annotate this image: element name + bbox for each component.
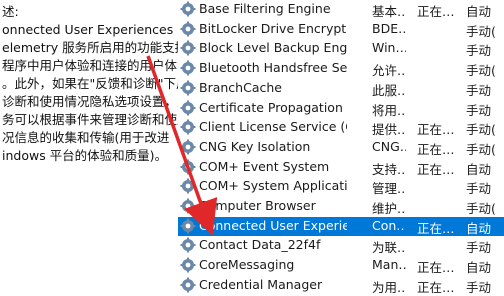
- service-gear-icon: [180, 21, 196, 37]
- description-line: elemetry 服务所启用的功能支持应: [2, 40, 200, 55]
- service-name: Certificate Propagation: [199, 99, 343, 115]
- service-startup-type: 手动: [466, 102, 492, 118]
- service-gear-icon: [180, 159, 196, 175]
- service-gear-icon: [180, 40, 196, 56]
- service-row[interactable]: BitLocker Drive Encryption S… BDE… 手动(: [178, 20, 504, 39]
- service-startup-type: 自动: [466, 220, 492, 236]
- service-name: COM+ Event System: [199, 158, 330, 174]
- service-description: 基本…: [372, 4, 406, 19]
- service-name: BitLocker Drive Encryption S…: [199, 20, 347, 36]
- service-gear-icon: [180, 100, 196, 116]
- service-description: 允许…: [372, 63, 406, 79]
- service-description: 为用…: [372, 279, 406, 295]
- service-row[interactable]: Base Filtering Engine 基本… 正在… 自动: [178, 0, 504, 19]
- service-startup-type: 自动: [466, 4, 492, 19]
- service-description: 将用…: [372, 102, 406, 118]
- service-row[interactable]: Bluetooth Handsfree Service 允许… 手动(: [178, 59, 504, 78]
- service-row[interactable]: CNG Key Isolation CNG… 正在… 手动(: [178, 138, 504, 157]
- description-line: indows 平台的体验和质量)。: [2, 148, 168, 163]
- service-row[interactable]: Client License Service (ClipSV… 提供… 正在… 手动(: [178, 118, 504, 137]
- service-name: Base Filtering Engine: [199, 1, 331, 16]
- service-description: Man…: [372, 257, 406, 273]
- service-startup-type: 自动: [466, 161, 492, 177]
- service-name: Credential Manager: [199, 276, 323, 292]
- services-list[interactable]: Base Filtering Engine 基本… 正在… 自动 BitLocker D…: [178, 0, 504, 295]
- description-line: onnected User Experiences and: [2, 22, 201, 37]
- service-row[interactable]: Contact Data_22f4f 为联… 手动: [178, 236, 504, 255]
- service-name: Bluetooth Handsfree Service: [199, 60, 347, 76]
- service-row[interactable]: Certificate Propagation 将用… 手动: [178, 99, 504, 118]
- service-startup-type: 手动: [466, 43, 492, 59]
- service-status: 正在…: [417, 220, 455, 236]
- service-description: 此服…: [372, 82, 406, 98]
- service-description: 提供…: [372, 122, 406, 138]
- service-gear-icon: [180, 257, 196, 273]
- service-startup-type: 手动(: [466, 201, 496, 216]
- service-row[interactable]: CoreMessaging Man… 正在… 自动: [178, 256, 504, 275]
- service-status: 正在…: [417, 260, 455, 276]
- service-startup-type: 手动(: [466, 23, 496, 39]
- service-row[interactable]: COM+ Event System 支持… 正在… 自动: [178, 158, 504, 177]
- service-status: 正在…: [417, 279, 455, 295]
- service-description: 为联…: [372, 240, 406, 256]
- service-startup-type: 手动(: [466, 63, 496, 79]
- service-gear-icon: [180, 277, 196, 293]
- service-description: 支持…: [372, 161, 406, 177]
- service-row[interactable]: Credential Manager 为用… 正在… 手动: [178, 276, 504, 295]
- description-line: 。此外，如果在"反馈和诊断"下启用: [2, 76, 201, 91]
- service-startup-type: 手动: [466, 181, 492, 197]
- service-name: CNG Key Isolation: [199, 138, 311, 154]
- service-startup-type: 手动(: [466, 122, 496, 138]
- description-line: 述:: [2, 4, 19, 19]
- service-description: BDE…: [372, 20, 406, 36]
- service-description: 管理…: [372, 181, 406, 197]
- service-row[interactable]: BranchCache 此服… 手动: [178, 79, 504, 98]
- service-name: BranchCache: [199, 79, 282, 95]
- service-gear-icon: [180, 1, 196, 17]
- service-description: Con…: [372, 217, 406, 233]
- service-name: Computer Browser: [199, 198, 316, 213]
- service-row[interactable]: Block Level Backup Engine S… Win… 手动: [178, 39, 504, 58]
- service-gear-icon: [180, 237, 196, 253]
- service-gear-icon: [180, 218, 196, 234]
- description-line: 况信息的收集和传输(用于改进: [2, 130, 170, 145]
- service-name: Connected User Experiences…: [199, 217, 347, 233]
- service-row[interactable]: Computer Browser 维护… 手动(: [178, 197, 504, 216]
- service-startup-type: 手动: [466, 82, 492, 98]
- service-gear-icon: [180, 80, 196, 96]
- service-row[interactable]: COM+ System Application 管理… 手动: [178, 177, 504, 196]
- service-status: 正在…: [417, 161, 455, 177]
- service-description: Win…: [372, 40, 406, 56]
- service-status: 正在…: [417, 4, 455, 19]
- description-line: 程序中用户体验和连接的用户体: [2, 58, 178, 73]
- service-row[interactable]: Connected User Experiences… Con… 正在… 自动: [178, 216, 504, 236]
- service-name: Contact Data_22f4f: [199, 237, 321, 253]
- service-gear-icon: [180, 119, 196, 135]
- service-startup-type: 手动: [466, 240, 492, 256]
- service-status: 正在…: [417, 122, 455, 138]
- service-startup-type: 手动(: [466, 141, 496, 157]
- service-startup-type: 手动: [466, 279, 492, 295]
- service-gear-icon: [180, 60, 196, 76]
- service-description: 维护…: [372, 201, 406, 216]
- service-gear-icon: [180, 139, 196, 155]
- service-gear-icon: [180, 178, 196, 194]
- service-name: COM+ System Application: [199, 178, 347, 194]
- service-name: Client License Service (ClipSV…: [199, 119, 347, 135]
- service-gear-icon: [180, 198, 196, 214]
- service-description-panel: 述: onnected User Experiences and elemetry …: [0, 0, 202, 286]
- service-startup-type: 自动: [466, 260, 492, 276]
- description-line: 务可以根据事件来管理诊断和使用: [2, 112, 190, 127]
- description-line: 诊断和使用情况隐私选项设置，则此: [2, 94, 203, 109]
- service-name: Block Level Backup Engine S…: [199, 40, 347, 56]
- service-name: CoreMessaging: [199, 257, 295, 273]
- service-status: 正在…: [417, 141, 455, 157]
- service-description: CNG…: [372, 138, 406, 154]
